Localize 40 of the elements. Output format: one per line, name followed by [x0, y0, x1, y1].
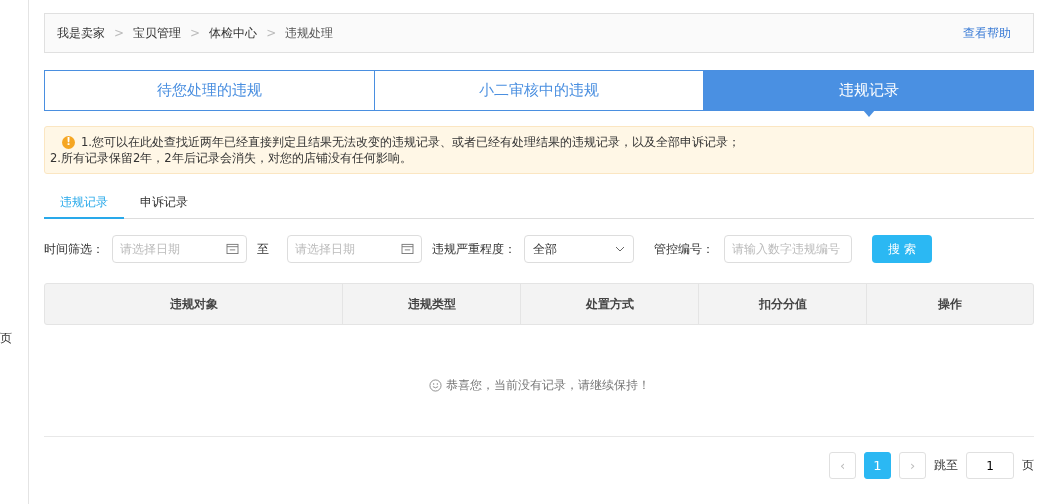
column-header: 操作	[866, 284, 1033, 324]
search-button[interactable]: 搜 索	[872, 235, 932, 263]
column-header: 违规类型	[342, 284, 520, 324]
column-header: 扣分分值	[698, 284, 866, 324]
breadcrumb-separator: >	[266, 26, 277, 40]
sub-tab[interactable]: 违规记录	[44, 189, 124, 219]
empty-message: 恭喜您，当前没有记录，请继续保持！	[445, 377, 650, 394]
tab[interactable]: 小二审核中的违规	[374, 70, 705, 111]
notice-text: 1.您可以在此处查找近两年已经直接判定且结果无法改变的违规记录、或者已经有处理结果的违规记录，以及全部申诉记录；	[81, 134, 740, 150]
tab[interactable]: 待您处理的违规	[44, 70, 375, 111]
breadcrumb-link[interactable]: 违规处理	[285, 24, 334, 42]
help-link[interactable]: 查看帮助	[963, 24, 1011, 42]
smiley-icon	[428, 379, 442, 392]
calendar-icon	[401, 243, 414, 254]
code-input-field[interactable]: 请输入数字违规编号	[724, 235, 852, 263]
jump-label: 跳至	[934, 457, 958, 474]
breadcrumb-link[interactable]: 宝贝管理	[133, 24, 182, 42]
column-header: 违规对象	[168, 295, 219, 313]
breadcrumb-separator: >	[190, 26, 201, 40]
date-field[interactable]: 请选择日期	[112, 235, 247, 263]
range-separator: 至	[257, 240, 269, 258]
filter-label: 违规严重程度：	[432, 240, 516, 258]
tab-pointer	[862, 110, 875, 117]
breadcrumb-separator: >	[114, 26, 125, 40]
notice-text: 2.所有记录保留2年，2年后记录会消失，对您的店铺没有任何影响。	[50, 150, 412, 166]
severity-dropdown[interactable]: 全部	[524, 235, 634, 263]
sub-tab[interactable]: 申诉记录	[124, 189, 204, 219]
chevron-down-icon	[615, 246, 625, 252]
filter-label: 管控编号：	[654, 240, 714, 258]
warning-icon: !	[62, 135, 75, 149]
breadcrumb-link[interactable]: 我是卖家	[57, 24, 105, 42]
calendar-icon	[226, 243, 239, 254]
date-field[interactable]: 请选择日期	[287, 235, 422, 263]
filter-label: 时间筛选：	[44, 240, 104, 258]
column-header: 处置方式	[520, 284, 698, 324]
page-suffix: 页	[1022, 457, 1034, 474]
breadcrumb-link[interactable]: 体检中心	[209, 24, 258, 42]
page-input-field[interactable]: 1	[966, 452, 1014, 479]
sidebar-item[interactable]: 页	[0, 330, 28, 347]
page-button[interactable]: 1	[864, 452, 891, 479]
